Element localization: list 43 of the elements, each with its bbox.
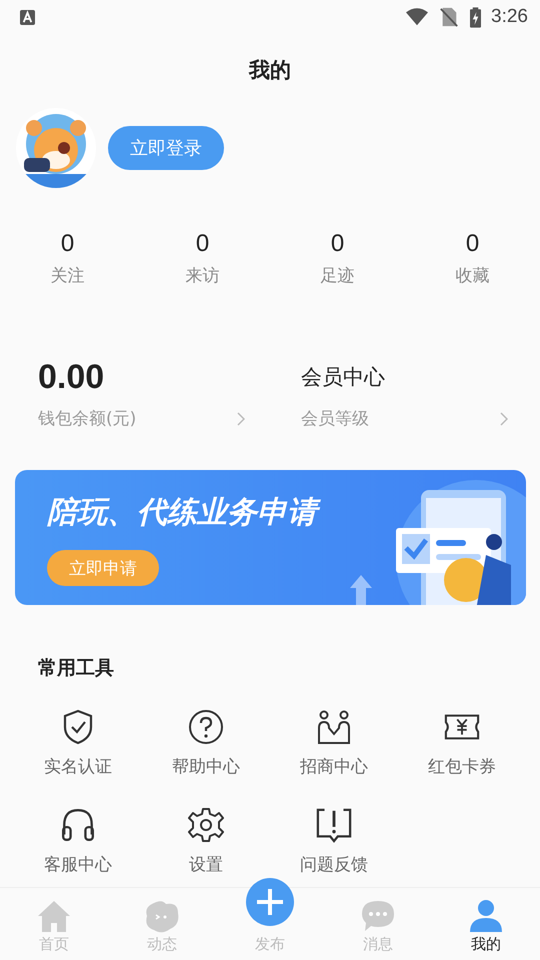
wifi-icon	[406, 7, 428, 27]
stat-label[interactable]: 足迹	[320, 264, 354, 287]
tool-label[interactable]: 帮助中心	[172, 755, 240, 778]
section-title: 常用工具	[38, 656, 115, 681]
blob-face-icon	[144, 899, 180, 933]
two-people-icon[interactable]	[316, 709, 352, 745]
tool-label[interactable]: 红包卡券	[428, 755, 496, 778]
stat-label[interactable]: 来访	[186, 264, 220, 287]
stat-count: 0	[330, 230, 344, 258]
stat-label[interactable]: 收藏	[456, 264, 490, 287]
stat-count: 0	[466, 230, 480, 258]
tool-label[interactable]: 客服中心	[44, 853, 112, 876]
feedback-icon[interactable]	[316, 807, 352, 843]
tab[interactable]: 首页	[0, 888, 108, 960]
tool-label[interactable]: 实名认证	[44, 755, 112, 778]
tab[interactable]: 发布	[216, 878, 324, 960]
stat-count: 0	[196, 230, 210, 258]
stat-label[interactable]: 关注	[50, 264, 84, 287]
headset-icon[interactable]	[60, 807, 96, 843]
chat-bubble-icon	[360, 899, 396, 933]
no-sim-icon	[438, 7, 460, 27]
app-notification-icon	[20, 10, 35, 24]
tab[interactable]: 我的	[432, 888, 540, 960]
card-value: 会员中心	[301, 364, 386, 391]
tab[interactable]: 动态	[108, 888, 216, 960]
tab[interactable]: 消息	[324, 888, 432, 960]
status-time: 3:26	[491, 6, 528, 28]
tool-label[interactable]: 问题反馈	[300, 853, 368, 876]
settings-icon[interactable]	[188, 807, 224, 843]
card-label: 钱包余额(元)	[38, 408, 136, 430]
battery-charging-icon	[470, 6, 482, 28]
apply-button[interactable]: 立即申请	[47, 550, 159, 586]
person-icon	[468, 899, 504, 933]
help-icon[interactable]	[188, 709, 224, 745]
card-value: 0.00	[38, 357, 106, 397]
house-icon	[36, 899, 72, 933]
tool-label[interactable]: 招商中心	[300, 755, 368, 778]
page-title: 我的	[248, 57, 292, 84]
card-label: 会员等级	[301, 408, 369, 430]
stat-count: 0	[60, 230, 74, 258]
tool-label[interactable]: 设置	[189, 853, 223, 876]
login-button[interactable]: 立即登录	[108, 126, 224, 170]
banner[interactable]: 陪玩、代练业务申请 立即申请	[15, 470, 526, 605]
